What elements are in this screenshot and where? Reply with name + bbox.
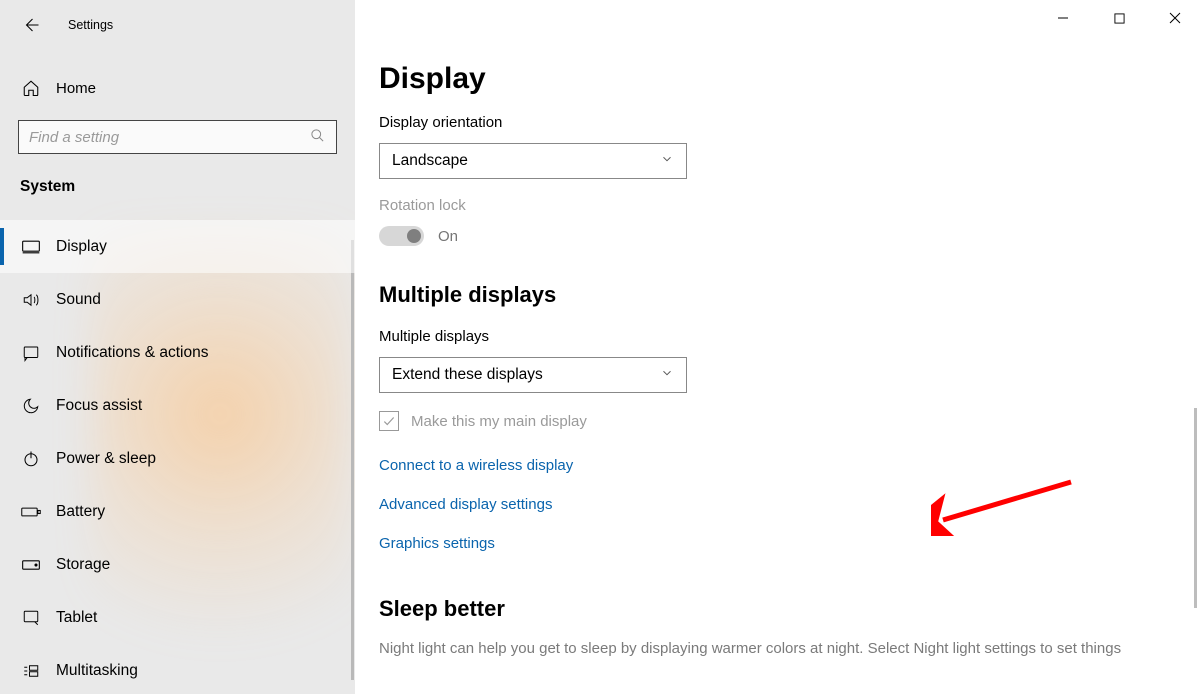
multiple-displays-dropdown[interactable]: Extend these displays — [379, 357, 687, 393]
rotation-lock-toggle — [379, 226, 424, 246]
focus-assist-icon — [20, 397, 42, 415]
sidebar-item-storage[interactable]: Storage — [0, 538, 355, 591]
window-title: Settings — [68, 18, 113, 32]
chevron-down-icon — [660, 366, 674, 385]
search-input[interactable] — [18, 120, 337, 154]
sidebar-item-display[interactable]: Display — [0, 220, 355, 273]
sidebar-item-tablet[interactable]: Tablet — [0, 591, 355, 644]
chevron-down-icon — [660, 152, 674, 171]
sidebar-item-multitasking[interactable]: Multitasking — [0, 644, 355, 694]
sidebar-item-label: Storage — [56, 556, 110, 574]
sidebar-item-label: Display — [56, 238, 107, 256]
main-display-checkbox-label: Make this my main display — [411, 413, 587, 430]
window-maximize-button[interactable] — [1104, 8, 1134, 28]
sidebar-home[interactable]: Home — [0, 70, 355, 106]
window-close-button[interactable] — [1160, 8, 1190, 28]
back-button[interactable] — [18, 12, 44, 38]
sidebar-item-label: Power & sleep — [56, 450, 156, 468]
sidebar-item-label: Battery — [56, 503, 105, 521]
orientation-label: Display orientation — [379, 114, 1175, 131]
link-advanced-display[interactable]: Advanced display settings — [379, 496, 1175, 513]
rotation-lock-value: On — [438, 228, 458, 245]
sidebar-nav: Display Sound Notifications & actions Fo… — [0, 220, 355, 694]
storage-icon — [20, 558, 42, 572]
notifications-icon — [20, 344, 42, 362]
multitasking-icon — [20, 662, 42, 680]
sidebar: Settings Home System Display — [0, 0, 355, 694]
sidebar-item-label: Multitasking — [56, 662, 138, 680]
sidebar-item-focus-assist[interactable]: Focus assist — [0, 379, 355, 432]
sidebar-section-label: System — [0, 154, 355, 202]
sleep-better-heading: Sleep better — [379, 596, 1175, 622]
battery-icon — [20, 505, 42, 519]
multiple-displays-label: Multiple displays — [379, 328, 1175, 345]
home-icon — [20, 79, 42, 97]
sidebar-item-label: Sound — [56, 291, 101, 309]
rotation-lock-label: Rotation lock — [379, 197, 1175, 214]
sidebar-item-battery[interactable]: Battery — [0, 485, 355, 538]
orientation-dropdown[interactable]: Landscape — [379, 143, 687, 179]
sidebar-item-notifications[interactable]: Notifications & actions — [0, 326, 355, 379]
page-title: Display — [379, 62, 1175, 96]
sidebar-item-label: Focus assist — [56, 397, 142, 415]
sidebar-item-sound[interactable]: Sound — [0, 273, 355, 326]
sidebar-home-label: Home — [56, 80, 96, 97]
main-display-checkbox — [379, 411, 399, 431]
sound-icon — [20, 291, 42, 309]
sidebar-item-label: Notifications & actions — [56, 344, 209, 362]
link-connect-wireless[interactable]: Connect to a wireless display — [379, 457, 1175, 474]
sleep-better-body: Night light can help you get to sleep by… — [379, 638, 1175, 659]
display-icon — [20, 239, 42, 255]
window-minimize-button[interactable] — [1048, 8, 1078, 28]
sidebar-item-power-sleep[interactable]: Power & sleep — [0, 432, 355, 485]
tablet-icon — [20, 609, 42, 627]
power-sleep-icon — [20, 450, 42, 468]
main-panel: Display Display orientation Landscape Ro… — [355, 0, 1200, 694]
multiple-displays-value: Extend these displays — [392, 366, 543, 384]
sidebar-item-label: Tablet — [56, 609, 97, 627]
link-graphics-settings[interactable]: Graphics settings — [379, 535, 1175, 552]
main-scrollbar[interactable] — [1194, 408, 1197, 608]
orientation-value: Landscape — [392, 152, 468, 170]
multiple-displays-heading: Multiple displays — [379, 282, 1175, 308]
